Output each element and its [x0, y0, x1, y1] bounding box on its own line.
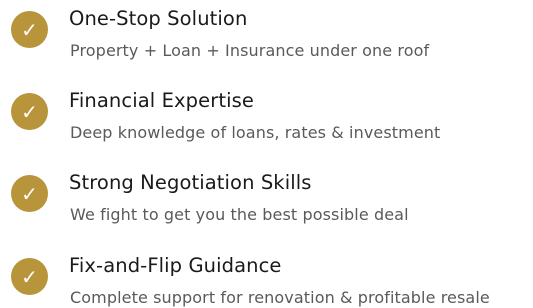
feature-title: One-Stop Solution — [69, 7, 248, 30]
feature-title: Fix-and-Flip Guidance — [69, 254, 282, 277]
feature-item-strong-negotiation-skills: ✓ Strong Negotiation Skills We fight to … — [0, 164, 533, 234]
feature-description: Property + Loan + Insurance under one ro… — [70, 41, 430, 60]
feature-list: ✓ One-Stop Solution Property + Loan + In… — [0, 0, 533, 308]
feature-description: We fight to get you the best possible de… — [70, 205, 409, 224]
feature-description: Deep knowledge of loans, rates & investm… — [70, 123, 441, 142]
feature-description: Complete support for renovation & profit… — [70, 288, 490, 307]
check-circle-icon: ✓ — [11, 258, 48, 295]
check-circle-icon: ✓ — [11, 175, 48, 212]
feature-item-financial-expertise: ✓ Financial Expertise Deep knowledge of … — [0, 82, 533, 152]
feature-item-fix-and-flip-guidance: ✓ Fix-and-Flip Guidance Complete support… — [0, 247, 533, 308]
check-circle-icon: ✓ — [11, 11, 48, 48]
feature-title: Financial Expertise — [69, 89, 254, 112]
feature-item-one-stop-solution: ✓ One-Stop Solution Property + Loan + In… — [0, 0, 533, 70]
check-circle-icon: ✓ — [11, 93, 48, 130]
feature-title: Strong Negotiation Skills — [69, 171, 312, 194]
